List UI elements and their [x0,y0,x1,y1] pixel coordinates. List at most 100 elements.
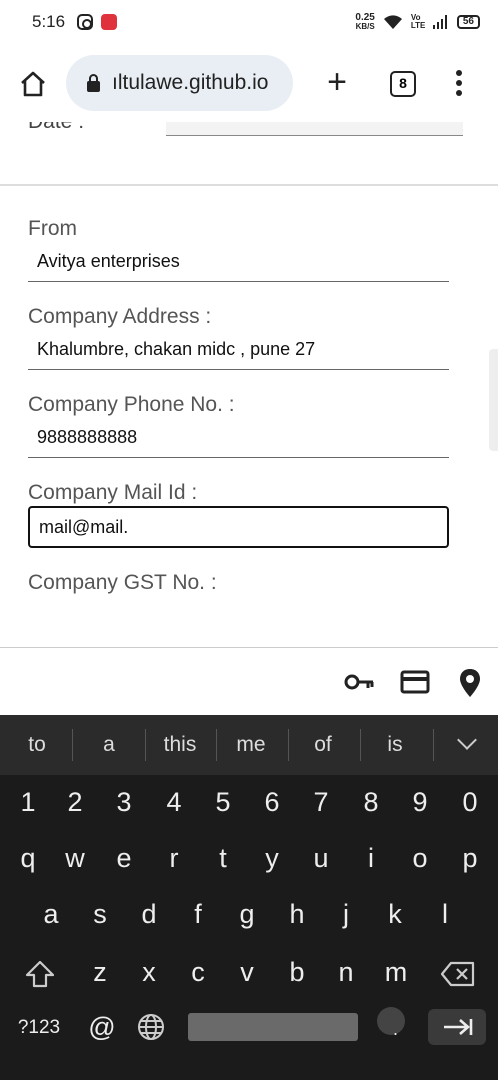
key[interactable]: o [400,843,440,874]
key[interactable]: b [277,957,317,988]
date-input[interactable] [166,122,463,136]
key[interactable]: i [351,843,391,874]
net-speed: 0.25 KB/S [355,12,375,32]
symbols-key[interactable]: ?123 [14,1017,64,1039]
key[interactable]: 6 [252,787,292,818]
key[interactable]: g [227,899,267,930]
section-divider [0,184,498,186]
period-key[interactable]: . [377,1007,405,1039]
key[interactable]: w [55,843,95,874]
company-phone-input[interactable] [28,418,449,458]
home-icon[interactable] [19,70,47,97]
key[interactable]: q [8,843,48,874]
key[interactable]: a [31,899,71,930]
company-mail-input[interactable] [28,506,449,548]
company-gst-label: Company GST No. : [28,571,217,594]
suggestion-strip: to a this me of is [0,715,498,775]
new-tab-icon[interactable]: + [322,65,352,99]
key[interactable]: 1 [8,787,48,818]
on-screen-keyboard: to a this me of is 1 2 3 4 5 6 7 8 9 0 q… [0,715,498,1080]
company-gst-field: Company GST No. : [28,570,449,647]
key-icon[interactable] [343,668,375,696]
credit-card-icon[interactable] [400,668,430,696]
address-bar[interactable]: ıltulawe.github.io [66,55,293,111]
key[interactable]: 8 [351,787,391,818]
suggestion-divider [288,729,289,761]
suggestion-divider [145,729,146,761]
key[interactable]: l [425,899,465,930]
company-gst-input[interactable] [28,596,449,647]
screen-record-icon [101,14,118,30]
key[interactable]: 2 [55,787,95,818]
suggestion-item[interactable]: me [226,733,276,757]
tab-switcher-button[interactable]: 8 [390,71,416,97]
key[interactable]: 5 [203,787,243,818]
browser-toolbar: ıltulawe.github.io + 8 [0,44,498,122]
at-key[interactable]: @ [82,1012,122,1043]
key[interactable]: 3 [104,787,144,818]
status-bar: 5:16 0.25 KB/S Vo LTE 56 [0,0,498,44]
key[interactable]: c [178,957,218,988]
key[interactable]: h [277,899,317,930]
company-address-label: Company Address : [28,305,212,328]
shift-icon[interactable] [24,959,56,989]
key[interactable]: s [80,899,120,930]
url-text: ıltulawe.github.io [112,71,269,94]
space-bar[interactable] [188,1013,358,1041]
key[interactable]: e [104,843,144,874]
suggestion-divider [360,729,361,761]
volte-label: Vo LTE [410,13,426,30]
suggestion-divider [433,729,434,761]
location-pin-icon[interactable] [458,668,482,698]
suggestion-item[interactable]: of [298,733,348,757]
next-key[interactable] [428,1009,486,1045]
key[interactable]: n [326,957,366,988]
key[interactable]: u [301,843,341,874]
globe-icon[interactable] [136,1012,166,1042]
key[interactable]: d [129,899,169,930]
from-label: From [28,217,77,240]
page-scrollbar[interactable] [489,349,498,451]
from-input[interactable] [28,242,449,282]
lock-icon [86,74,100,92]
company-phone-label: Company Phone No. : [28,393,235,416]
company-mail-field: Company Mail Id : [28,480,449,570]
suggestion-divider [72,729,73,761]
web-page: Date : From Company Address : Company Ph… [0,122,498,647]
suggestion-item[interactable]: this [155,733,205,757]
key[interactable]: x [129,957,169,988]
more-menu-icon[interactable] [450,70,468,100]
key[interactable]: k [375,899,415,930]
key[interactable]: m [376,957,416,988]
company-address-input[interactable] [28,330,449,370]
tab-arrow-icon [444,1019,473,1035]
key[interactable]: z [80,957,120,988]
suggestion-item[interactable]: is [370,733,420,757]
date-label: Date : [28,122,84,134]
key[interactable]: f [178,899,218,930]
suggestion-divider [216,729,217,761]
key[interactable]: r [154,843,194,874]
autofill-bar [0,647,498,715]
instagram-notification-icon [77,14,94,30]
key[interactable]: 9 [400,787,440,818]
key[interactable]: p [450,843,490,874]
key[interactable]: j [326,899,366,930]
company-form: From Company Address : Company Phone No.… [28,216,449,647]
company-mail-label: Company Mail Id : [28,481,198,504]
suggestion-item[interactable]: a [84,733,134,757]
status-time: 5:16 [32,12,66,31]
signal-icon [432,15,447,29]
wifi-icon [383,15,402,29]
key[interactable]: 0 [450,787,490,818]
key[interactable]: t [203,843,243,874]
company-phone-field: Company Phone No. : [28,392,449,480]
from-field: From [28,216,449,304]
chevron-down-icon[interactable] [457,730,477,750]
key[interactable]: v [227,957,267,988]
key[interactable]: 4 [154,787,194,818]
backspace-icon[interactable] [440,961,476,987]
key[interactable]: y [252,843,292,874]
key[interactable]: 7 [301,787,341,818]
suggestion-item[interactable]: to [12,733,62,757]
